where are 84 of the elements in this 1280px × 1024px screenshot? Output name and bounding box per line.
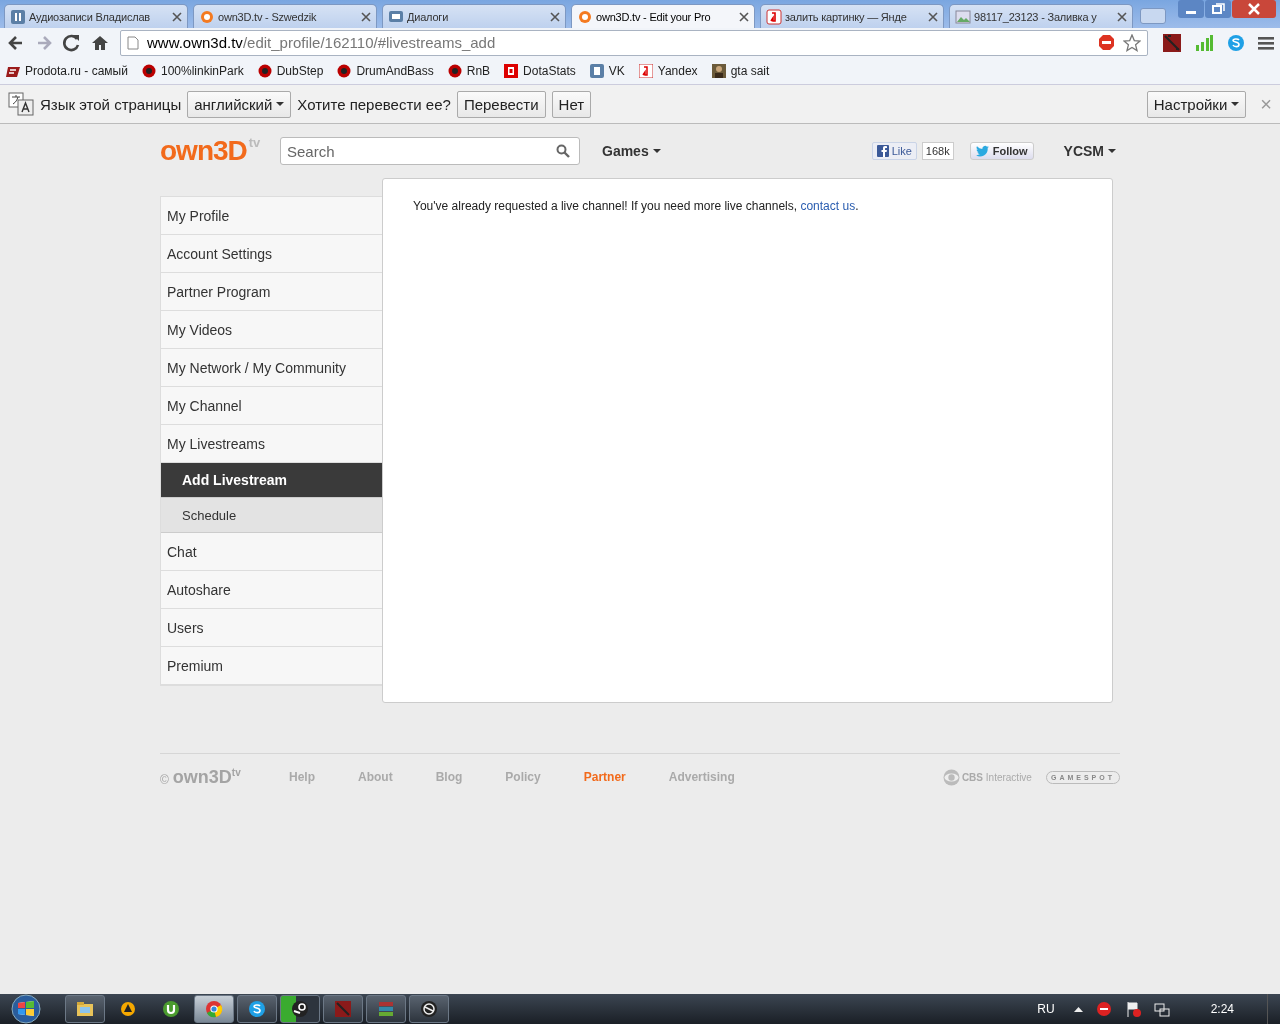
follow-button[interactable]: Follow [969, 142, 1034, 160]
browser-tab[interactable]: Аудиозаписи Владислав [4, 4, 188, 28]
language-dropdown[interactable]: английский [187, 90, 292, 118]
language-indicator[interactable]: RU [1037, 1002, 1055, 1016]
search-icon[interactable] [556, 144, 570, 158]
bookmark[interactable]: RnB [447, 63, 491, 78]
taskbar-button[interactable] [65, 995, 105, 1023]
close-icon[interactable] [172, 11, 182, 22]
skype-icon[interactable] [1226, 32, 1246, 53]
bookmark[interactable]: Prodota.ru - самый [6, 63, 128, 78]
circle-icon [199, 8, 215, 25]
facebook-icon [876, 145, 889, 157]
reload-icon[interactable] [62, 32, 82, 53]
close-icon[interactable] [1117, 11, 1127, 22]
sidebar-subitem[interactable]: Schedule [161, 498, 382, 533]
chat-icon [388, 8, 404, 25]
restore-icon[interactable] [1205, 0, 1231, 18]
avatar-icon [711, 63, 726, 78]
circle-icon [577, 8, 593, 25]
bookmark[interactable]: 100%linkinPark [141, 63, 244, 78]
address-bar[interactable]: www.own3d.tv/edit_profile/162110/#livestreams_add [120, 29, 1148, 56]
image-icon [955, 8, 971, 25]
bird-icon [975, 145, 990, 157]
caret-icon [652, 149, 661, 153]
square-icon [589, 63, 604, 78]
like-count: 168k [921, 142, 954, 160]
user-menu[interactable]: YCSM [1063, 143, 1116, 159]
adblock-icon[interactable] [1098, 34, 1115, 51]
cone-icon [118, 999, 138, 1019]
flag-icon[interactable] [1124, 1001, 1141, 1017]
eye-icon [942, 768, 960, 786]
sidebar-subitem[interactable]: Add Livestream [161, 463, 382, 498]
close-icon[interactable] [928, 11, 938, 22]
bookmark[interactable]: VK [589, 63, 625, 78]
menu-icon[interactable] [1258, 34, 1274, 51]
tray-arrow-icon[interactable] [1073, 1006, 1083, 1012]
browser-tab[interactable]: Диалоги [382, 4, 566, 28]
bookmark[interactable]: DrumAndBass [337, 63, 434, 78]
close-icon[interactable] [361, 11, 371, 22]
translate-prompt: Язык этой страницы [40, 95, 182, 113]
search-field[interactable]: Search [280, 137, 580, 165]
square-icon [504, 63, 519, 78]
browser-tab[interactable]: own3D.tv - Szwedzik [193, 4, 377, 28]
caret-icon [1231, 102, 1240, 106]
music-icon [10, 8, 26, 25]
close-icon[interactable] [1232, 0, 1276, 18]
minimize-icon[interactable] [1178, 0, 1204, 18]
caret-icon [1108, 149, 1116, 153]
clock[interactable]: 2:24 [1210, 1002, 1234, 1016]
bookmark[interactable]: gta sait [711, 63, 770, 78]
network-icon[interactable] [1153, 1001, 1170, 1017]
skype-icon [247, 999, 267, 1019]
taskbar-button[interactable] [237, 995, 277, 1023]
star-icon[interactable] [1123, 33, 1141, 52]
games-menu[interactable]: Games [602, 143, 661, 159]
taskbar-button[interactable] [280, 995, 320, 1023]
notice-text: You've already requested a live channel! If you need more live channels, contact us. [413, 199, 860, 213]
chrome-icon [204, 999, 224, 1019]
folder-icon [75, 999, 95, 1019]
translate-question: Хотите перевести ее? [297, 95, 451, 113]
close-icon[interactable] [739, 11, 749, 22]
caret-icon [276, 102, 285, 106]
tray-icon[interactable] [1095, 1001, 1112, 1017]
torrent-icon [161, 999, 181, 1019]
page-icon [127, 35, 139, 50]
browser-tab[interactable]: залить картинку — Янде [760, 4, 944, 28]
record-icon [257, 63, 272, 78]
like-button[interactable]: Like [871, 142, 917, 160]
translate-button[interactable]: Перевести [456, 90, 546, 118]
bookmark[interactable]: DubStep [257, 63, 324, 78]
browser-tab[interactable]: 98117_23123 - Заливка у [949, 4, 1133, 28]
record-icon [337, 63, 352, 78]
bookmark[interactable]: Yandex [638, 63, 698, 78]
decline-button[interactable]: Нет [551, 90, 592, 118]
record-icon [447, 63, 462, 78]
settings-dropdown[interactable]: Настройки [1146, 90, 1247, 118]
close-icon[interactable] [550, 11, 560, 22]
browser-tab[interactable]: own3D.tv - Edit your Pro [571, 4, 755, 28]
bookmark[interactable]: DotaStats [504, 63, 576, 78]
url-text: www.own3d.tv/edit_profile/162110/#livestreams_add [147, 34, 497, 51]
record-icon [141, 63, 156, 78]
books-icon [376, 999, 396, 1019]
taskbar-button[interactable] [409, 995, 449, 1023]
translate-icon [8, 92, 34, 116]
